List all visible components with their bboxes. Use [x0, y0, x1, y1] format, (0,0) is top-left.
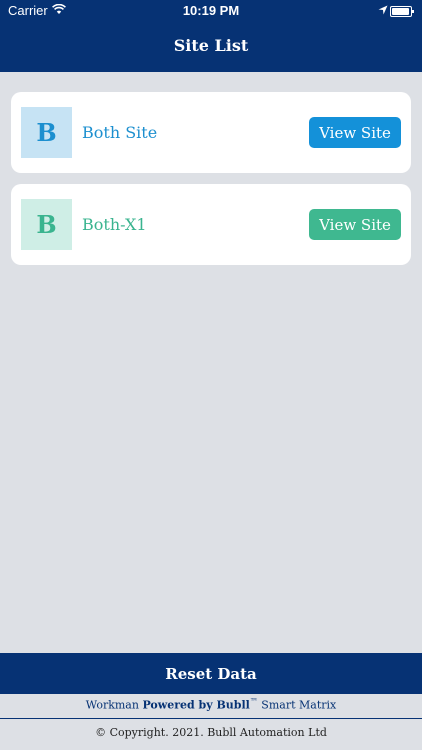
site-avatar: B — [21, 107, 72, 158]
header-bar: Carrier 10:19 PM Site List — [0, 0, 422, 72]
copyright-text: © Copyright. 2021. Bubll Automation Ltd — [95, 726, 327, 739]
site-name: Both Site — [82, 123, 158, 142]
status-time: 10:19 PM — [182, 3, 240, 18]
reset-data-button[interactable]: Reset Data — [0, 653, 422, 694]
view-site-button[interactable]: View Site — [309, 209, 401, 240]
battery-icon — [390, 6, 414, 17]
footer-divider — [0, 718, 422, 719]
status-bar: Carrier 10:19 PM — [0, 0, 422, 22]
trademark-mark: ™ — [249, 697, 258, 706]
view-site-button[interactable]: View Site — [309, 117, 401, 148]
location-arrow-icon — [378, 3, 388, 18]
powered-suffix: Smart Matrix — [257, 698, 337, 712]
powered-by-text: Workman Powered by Bubll™ Smart Matrix — [0, 697, 422, 712]
site-name: Both-X1 — [82, 215, 147, 234]
site-card-both-site: B Both Site View Site — [11, 92, 411, 173]
powered-bold: Powered by Bubll — [142, 698, 250, 712]
site-avatar: B — [21, 199, 72, 250]
site-card-both-x1: B Both-X1 View Site — [11, 184, 411, 265]
powered-prefix: Workman — [85, 698, 143, 712]
page-title: Site List — [173, 36, 249, 55]
